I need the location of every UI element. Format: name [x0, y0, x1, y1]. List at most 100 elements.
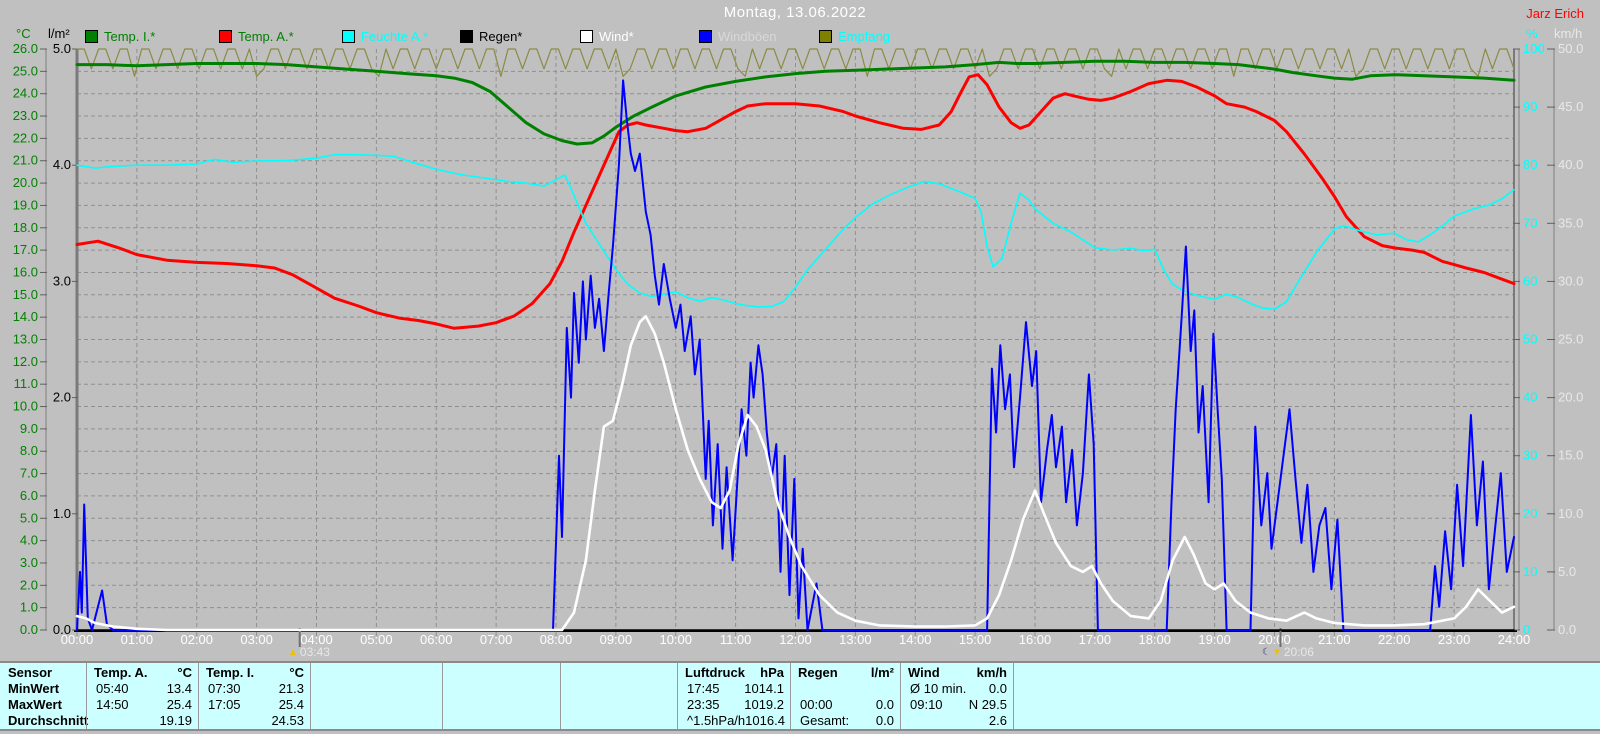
sunset-time: 20:06: [1283, 645, 1314, 659]
humidity-tick-label: 30: [1523, 448, 1537, 463]
cell-time: 05:40: [96, 681, 129, 696]
wind-tick-label: 10.0: [1558, 506, 1583, 521]
time-label: 05:00: [360, 632, 393, 647]
cell-value: 0.0: [988, 681, 1007, 696]
summary-row-label: MaxWert: [8, 697, 62, 712]
table-divider: [198, 663, 199, 729]
summary-cell-row: [560, 713, 677, 729]
sunrise-icon: ▲: [288, 646, 298, 658]
temp-tick-label: 19.0: [13, 197, 38, 212]
wind-tick-label: 15.0: [1558, 448, 1583, 463]
time-label: 13:00: [839, 632, 872, 647]
wind-tick-label: 45.0: [1558, 99, 1583, 114]
temp-tick-label: 25.0: [13, 63, 38, 78]
cell-value: 21.3: [278, 681, 304, 696]
cell-time: 14:50: [96, 697, 129, 712]
temp-tick-label: 14.0: [13, 309, 38, 324]
summary-row-labels: Sensor MinWert MaxWert Durchschnitt: [8, 665, 88, 729]
temp-tick-label: 26.0: [13, 41, 38, 56]
temp-tick-label: 24.0: [13, 86, 38, 101]
table-divider: [310, 663, 311, 729]
summary-cell-row: ^1.5hPa/h 1016.4: [677, 713, 790, 729]
col-unit: km/h: [976, 665, 1007, 680]
time-label: 22:00: [1378, 632, 1411, 647]
humidity-tick-label: 100: [1523, 41, 1545, 56]
temp-tick-label: 18.0: [13, 220, 38, 235]
cell-value: 19.19: [159, 713, 192, 728]
time-label: 03:00: [240, 632, 273, 647]
cell-time: Ø 10 min.: [910, 681, 967, 696]
temp-tick-label: 5.0: [20, 510, 38, 525]
time-label: 02:00: [180, 632, 213, 647]
cell-value: 25.4: [278, 697, 304, 712]
humidity-tick-label: 50: [1523, 332, 1537, 347]
temp-tick-label: 0.0: [20, 622, 38, 637]
summary-cell-row: 17:05 25.4: [198, 697, 310, 713]
time-label: 10:00: [659, 632, 692, 647]
temp-tick-label: 8.0: [20, 443, 38, 458]
temp-tick-label: 21.0: [13, 153, 38, 168]
temp-tick-label: 17.0: [13, 242, 38, 257]
summary-cell-row: [560, 681, 677, 697]
table-divider: [900, 663, 901, 729]
table-divider: [560, 663, 561, 729]
humidity-tick-label: 60: [1523, 273, 1537, 288]
cell-value: 0.0: [875, 697, 894, 712]
rain-tick-label: 3.0: [53, 273, 71, 288]
summary-cell-row: 00:00 0.0: [790, 697, 900, 713]
col-title: Regen: [798, 665, 838, 680]
summary-cell-row: 05:40 13.4: [86, 681, 198, 697]
col-unit: hPa: [760, 665, 784, 680]
temp-tick-label: 13.0: [13, 332, 38, 347]
sunrise-marker: ▲ 03:43: [288, 645, 330, 659]
cell-value: 1019.2: [744, 697, 784, 712]
summary-cell-row: [442, 697, 560, 713]
rain-tick-label: 4.0: [53, 157, 71, 172]
summary-cell-row: Gesamt: 0.0: [790, 713, 900, 729]
summary-cell-row: [310, 713, 442, 729]
summary-row-label: MinWert: [8, 681, 60, 696]
summary-cell-row: 24.53: [198, 713, 310, 729]
wind-tick-label: 40.0: [1558, 157, 1583, 172]
sunrise-time: 03:43: [299, 645, 330, 659]
summary-cell-row: [310, 681, 442, 697]
summary-table: Sensor MinWert MaxWert Durchschnitt Temp. A…: [0, 661, 1600, 731]
table-divider: [790, 663, 791, 729]
humidity-tick-label: 20: [1523, 506, 1537, 521]
temp-tick-label: 20.0: [13, 175, 38, 190]
summary-row-label: Durchschnitt: [8, 713, 89, 728]
col-title: Temp. A.: [94, 665, 148, 680]
temp-tick-label: 7.0: [20, 466, 38, 481]
rain-tick-label: 5.0: [53, 41, 71, 56]
wind-tick-label: 50.0: [1558, 41, 1583, 56]
time-label: 17:00: [1079, 632, 1112, 647]
time-label: 24:00: [1498, 632, 1531, 647]
cell-time: 23:35: [687, 697, 720, 712]
temp-tick-label: 6.0: [20, 488, 38, 503]
wind-tick-label: 5.0: [1558, 564, 1576, 579]
table-divider: [86, 663, 87, 729]
time-label: 00:00: [61, 632, 94, 647]
humidity-tick-label: 70: [1523, 215, 1537, 230]
summary-cell-row: 2.6: [900, 713, 1013, 729]
col-unit: °C: [177, 665, 192, 680]
col-unit: °C: [289, 665, 304, 680]
cell-value: 0.0: [875, 713, 894, 728]
wind-tick-label: 20.0: [1558, 390, 1583, 405]
summary-cell-row: Ø 10 min. 0.0: [900, 681, 1013, 697]
sunset-marker: ☾ ▼ 20:06: [1262, 645, 1314, 659]
time-label: 06:00: [420, 632, 453, 647]
time-label: 21:00: [1318, 632, 1351, 647]
summary-col-temp-a-: Temp. A. °C 05:40 13.4 14:50 25.4 19.19: [86, 665, 198, 729]
cell-value: 13.4: [166, 681, 192, 696]
humidity-tick-label: 10: [1523, 564, 1537, 579]
table-divider: [677, 663, 678, 729]
summary-cell-row: [790, 681, 900, 697]
cell-time: 00:00: [800, 697, 833, 712]
summary-cell-row: [442, 681, 560, 697]
temp-tick-label: 16.0: [13, 264, 38, 279]
col-unit: l/m²: [870, 665, 894, 680]
cell-value: 25.4: [166, 697, 192, 712]
summary-col-empty: [442, 665, 560, 729]
summary-cell-row: 17:45 1014.1: [677, 681, 790, 697]
